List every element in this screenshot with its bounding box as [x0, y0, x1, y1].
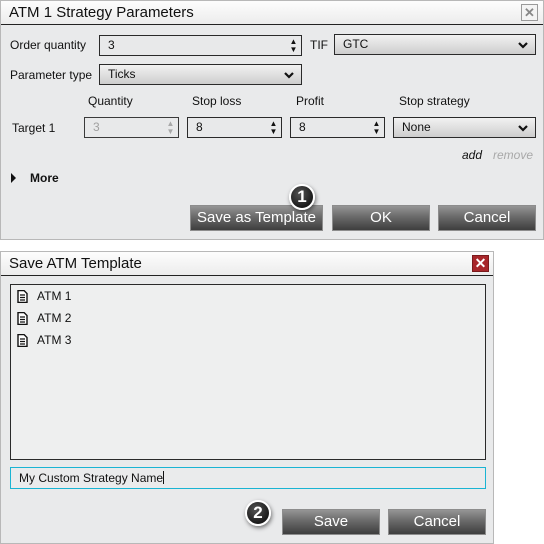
document-icon	[17, 311, 28, 325]
stop-strategy-select[interactable]: None	[393, 117, 536, 138]
document-icon	[17, 289, 28, 303]
column-quantity: Quantity	[88, 94, 133, 108]
remove-target-link[interactable]: remove	[493, 148, 533, 162]
ok-button[interactable]: OK	[332, 205, 430, 231]
target-quantity-spinner: ▲ ▼	[166, 119, 175, 136]
order-quantity-input[interactable]: 3 ▲ ▼	[99, 35, 302, 56]
profit-input[interactable]: 8 ▲ ▼	[290, 117, 385, 138]
chevron-down-icon	[284, 72, 294, 79]
stop-loss-input[interactable]: 8 ▲ ▼	[187, 117, 282, 138]
parameter-type-label: Parameter type	[10, 68, 93, 82]
dialog-title: ATM 1 Strategy Parameters	[1, 1, 543, 25]
target-label: Target 1	[12, 121, 56, 135]
save-button[interactable]: Save	[282, 509, 380, 535]
cancel-button[interactable]: Cancel	[438, 205, 536, 231]
column-stop-strategy: Stop strategy	[399, 94, 470, 108]
more-expander[interactable]: More	[11, 171, 59, 185]
step-badge-2: 2	[245, 500, 271, 526]
dialog-title: Save ATM Template	[1, 252, 493, 276]
cancel-button[interactable]: Cancel	[388, 509, 486, 535]
save-atm-template-dialog: Save ATM Template ✕ ATM 1 ATM 2 ATM 3 My…	[0, 251, 494, 544]
target-quantity-input: 3 ▲ ▼	[84, 117, 179, 138]
list-item[interactable]: ATM 1	[17, 289, 71, 303]
tif-label: TIF	[310, 38, 328, 52]
stop-loss-spinner[interactable]: ▲ ▼	[269, 120, 278, 136]
tif-select[interactable]: GTC	[334, 34, 536, 55]
column-stop-loss: Stop loss	[192, 94, 242, 108]
order-quantity-spinner[interactable]: ▲ ▼	[289, 38, 298, 54]
atm-strategy-parameters-dialog: ATM 1 Strategy Parameters ✕ Order quanti…	[0, 0, 544, 240]
column-profit: Profit	[296, 94, 325, 108]
expand-triangle-icon	[11, 173, 16, 183]
close-icon[interactable]: ✕	[521, 4, 538, 21]
add-target-link[interactable]: add	[462, 148, 482, 162]
template-name-input[interactable]: My Custom Strategy Name	[10, 467, 486, 489]
chevron-down-icon	[518, 125, 528, 132]
list-item[interactable]: ATM 2	[17, 311, 71, 325]
close-icon[interactable]: ✕	[472, 255, 489, 272]
text-caret	[163, 471, 165, 484]
chevron-down-icon	[518, 42, 528, 49]
parameter-type-select[interactable]: Ticks	[99, 64, 302, 85]
list-item[interactable]: ATM 3	[17, 333, 71, 347]
order-quantity-label: Order quantity	[10, 38, 87, 52]
profit-spinner[interactable]: ▲ ▼	[372, 120, 381, 136]
document-icon	[17, 333, 28, 347]
template-list[interactable]: ATM 1 ATM 2 ATM 3	[10, 284, 486, 460]
step-badge-1: 1	[289, 184, 315, 210]
